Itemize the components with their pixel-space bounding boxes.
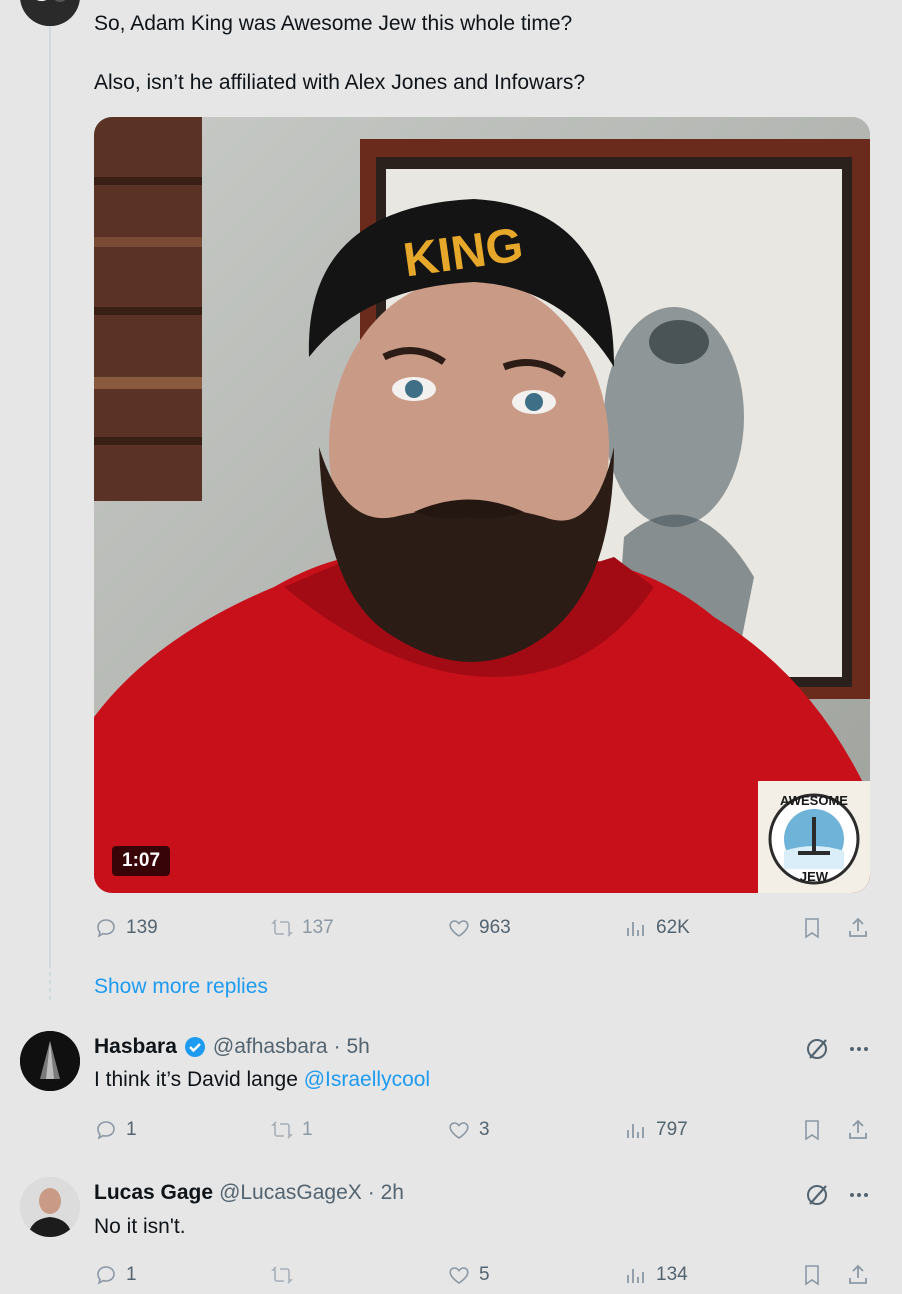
reply-count: 139 xyxy=(126,917,158,938)
reply-count: 1 xyxy=(126,1264,137,1285)
reply-button[interactable]: 1 xyxy=(94,1118,137,1142)
tweet-text-line-1: So, Adam King was Awesome Jew this whole… xyxy=(94,12,573,35)
views-icon xyxy=(627,922,644,936)
author-avatar[interactable] xyxy=(20,0,80,26)
awesome-jew-logo: AWESOME JEW xyxy=(758,781,870,893)
share-icon xyxy=(849,1119,867,1139)
grok-icon[interactable] xyxy=(804,1036,830,1062)
bookmark-button[interactable] xyxy=(800,1263,824,1287)
bookmark-icon xyxy=(805,918,819,939)
like-icon xyxy=(449,920,469,937)
reply-button[interactable]: 1 xyxy=(94,1263,137,1287)
views-button[interactable]: 134 xyxy=(624,1263,688,1287)
bookmark-icon xyxy=(805,1120,819,1141)
like-button[interactable]: 5 xyxy=(447,1263,490,1287)
like-count: 3 xyxy=(479,1119,490,1140)
reply-header-lucas-gage: Lucas Gage @LucasGageX · 2h xyxy=(94,1181,404,1205)
views-count: 797 xyxy=(656,1119,688,1140)
video-player[interactable]: KING xyxy=(94,117,870,893)
repost-button[interactable] xyxy=(270,1263,302,1287)
repost-icon xyxy=(271,1121,293,1139)
grok-icon[interactable] xyxy=(804,1182,830,1208)
reply-icon xyxy=(97,919,115,938)
bookmark-button[interactable] xyxy=(800,916,824,940)
like-button[interactable]: 3 xyxy=(447,1118,490,1142)
views-button[interactable]: 797 xyxy=(624,1118,688,1142)
share-button[interactable] xyxy=(846,1263,870,1287)
views-button[interactable]: 62K xyxy=(624,916,690,940)
like-count: 5 xyxy=(479,1264,490,1285)
bookmark-button[interactable] xyxy=(800,1118,824,1142)
reply-author-handle[interactable]: @afhasbara xyxy=(213,1035,328,1059)
repost-button[interactable]: 137 xyxy=(270,916,334,940)
repost-icon xyxy=(271,919,293,937)
reply-icon xyxy=(97,1266,115,1285)
reply-timestamp[interactable]: · 5h xyxy=(334,1035,370,1059)
repost-button[interactable]: 1 xyxy=(270,1118,313,1142)
like-count: 963 xyxy=(479,917,511,938)
repost-count: 1 xyxy=(302,1119,313,1140)
reply-author-name[interactable]: Hasbara xyxy=(94,1035,177,1059)
like-button[interactable]: 963 xyxy=(447,916,511,940)
mention-link[interactable]: @Israellycool xyxy=(304,1068,430,1091)
more-icon[interactable] xyxy=(846,1036,872,1062)
reply-header-hasbara: Hasbara @afhasbara · 5h xyxy=(94,1035,370,1059)
reply-text-lucas-gage: No it isn't. xyxy=(94,1215,186,1238)
like-icon xyxy=(449,1267,469,1284)
reply-text-hasbara: I think it’s David lange @Israellycool xyxy=(94,1068,430,1092)
repost-icon xyxy=(271,1266,293,1284)
views-count: 134 xyxy=(656,1264,688,1285)
repost-count: 137 xyxy=(302,917,334,938)
logo-bottom-text: JEW xyxy=(800,869,829,884)
reply-text: I think it’s David lange xyxy=(94,1068,304,1091)
share-icon xyxy=(849,917,867,937)
thread-dotted-connector xyxy=(49,972,51,1002)
share-button[interactable] xyxy=(846,1118,870,1142)
views-icon xyxy=(627,1269,644,1283)
reply-icon xyxy=(97,1121,115,1140)
share-button[interactable] xyxy=(846,916,870,940)
more-icon[interactable] xyxy=(846,1182,872,1208)
tweet-text-line-2: Also, isn’t he affiliated with Alex Jone… xyxy=(94,71,586,94)
logo-top-text: AWESOME xyxy=(780,793,848,808)
reply-count: 1 xyxy=(126,1119,137,1140)
thread-connector-line xyxy=(49,20,51,968)
lucas-gage-avatar[interactable] xyxy=(20,1177,80,1237)
views-count: 62K xyxy=(656,917,690,938)
views-icon xyxy=(627,1124,644,1138)
reply-button[interactable]: 139 xyxy=(94,916,158,940)
reply-timestamp[interactable]: · 2h xyxy=(368,1181,404,1205)
show-more-replies-link[interactable]: Show more replies xyxy=(94,975,268,999)
reply-author-handle[interactable]: @LucasGageX xyxy=(219,1181,362,1205)
share-icon xyxy=(849,1264,867,1284)
verified-badge-icon xyxy=(184,1037,205,1057)
like-icon xyxy=(449,1122,469,1139)
reply-author-name[interactable]: Lucas Gage xyxy=(94,1181,213,1205)
hasbara-avatar[interactable] xyxy=(20,1031,80,1091)
bookmark-icon xyxy=(805,1265,819,1286)
video-duration: 1:07 xyxy=(112,846,171,876)
